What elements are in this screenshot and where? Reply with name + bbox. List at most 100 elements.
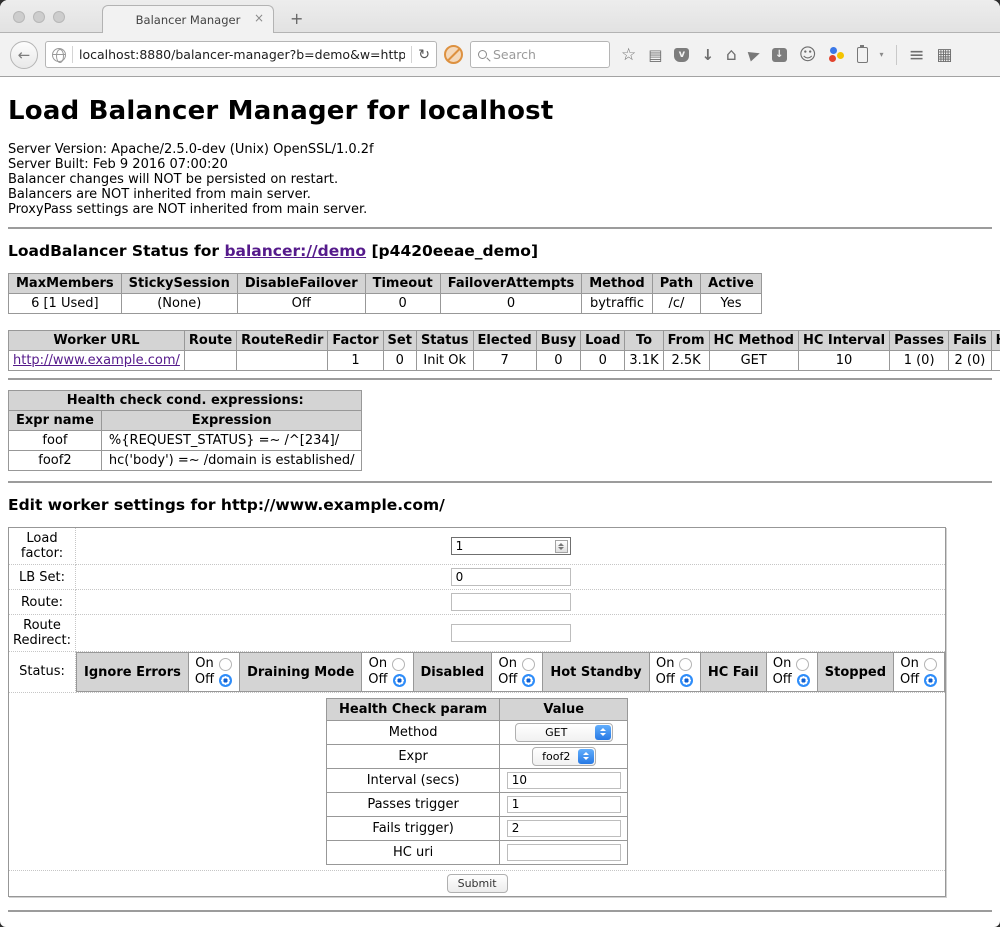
health-param-row: Fails trigger) bbox=[327, 816, 628, 840]
health-param-value-cell bbox=[500, 768, 628, 792]
status-draining-mode-off-radio[interactable] bbox=[393, 674, 406, 687]
fails-input[interactable] bbox=[507, 820, 621, 837]
column-header: Factor bbox=[328, 331, 383, 351]
health-param-row: Passes trigger bbox=[327, 792, 628, 816]
status-hot-standby-on-radio[interactable] bbox=[679, 658, 692, 671]
balancer-demo-link[interactable]: balancer://demo bbox=[224, 242, 366, 260]
column-header: Timeout bbox=[365, 274, 440, 294]
globe-icon bbox=[52, 48, 66, 62]
new-tab-button[interactable]: + bbox=[284, 9, 309, 28]
reading-list-icon[interactable]: ▤ bbox=[648, 47, 662, 63]
load-factor-input[interactable] bbox=[451, 537, 571, 555]
method-select[interactable]: GET bbox=[515, 723, 613, 742]
bookmark-star-icon[interactable]: ☆ bbox=[621, 47, 636, 63]
divider bbox=[896, 45, 897, 65]
battery-extension-icon[interactable] bbox=[857, 47, 868, 63]
status-disabled-off-radio[interactable] bbox=[522, 674, 535, 687]
column-header: RouteRedir bbox=[237, 331, 328, 351]
health-param-label: Fails trigger) bbox=[327, 816, 500, 840]
column-header: Fails bbox=[949, 331, 992, 351]
status-column-header: Draining Mode bbox=[240, 653, 362, 692]
send-icon[interactable] bbox=[748, 48, 762, 61]
url-bar[interactable]: localhost:8880/balancer-manager?b=demo&w… bbox=[45, 41, 437, 68]
column-header: StickySession bbox=[121, 274, 237, 294]
status-draining-mode-on-radio[interactable] bbox=[392, 658, 405, 671]
minimize-window-button[interactable] bbox=[33, 11, 45, 23]
table-cell: GET bbox=[709, 351, 798, 371]
nav-toolbar: ← localhost:8880/balancer-manager?b=demo… bbox=[0, 33, 1000, 77]
chat-smiley-icon[interactable]: ☺ bbox=[799, 47, 817, 63]
panel-icon[interactable]: ↓ bbox=[772, 48, 787, 62]
grid-panel-icon[interactable]: ▦ bbox=[936, 47, 952, 63]
table-cell bbox=[991, 351, 1000, 371]
column-header: Elected bbox=[473, 331, 536, 351]
status-disabled-on-radio[interactable] bbox=[522, 658, 535, 671]
status-hot-standby-off-radio[interactable] bbox=[680, 674, 693, 687]
reload-icon[interactable]: ↻ bbox=[418, 47, 430, 63]
column-header: HC uri bbox=[991, 331, 1000, 351]
radio-label: On bbox=[369, 656, 387, 672]
pocket-icon[interactable]: v bbox=[674, 48, 689, 62]
submit-button[interactable]: Submit bbox=[447, 874, 508, 893]
chevron-down-icon[interactable]: ▾ bbox=[880, 50, 884, 59]
table-cell: Init Ok bbox=[416, 351, 473, 371]
column-header: Active bbox=[701, 274, 762, 294]
server-version: Server Version: Apache/2.5.0-dev (Unix) … bbox=[8, 142, 992, 157]
column-header: Busy bbox=[536, 331, 580, 351]
interval-input[interactable] bbox=[507, 772, 621, 789]
home-icon[interactable]: ⌂ bbox=[726, 47, 737, 63]
tab-close-icon[interactable]: × bbox=[254, 12, 264, 24]
health-param-value-cell bbox=[500, 792, 628, 816]
table-cell: Yes bbox=[701, 294, 762, 314]
downloads-icon[interactable]: ↓ bbox=[701, 47, 714, 63]
route-input[interactable] bbox=[451, 593, 571, 611]
status-ignore-errors-on-radio[interactable] bbox=[219, 658, 232, 671]
radio-label: On bbox=[656, 656, 674, 672]
status-column-header: Disabled bbox=[413, 653, 492, 692]
tab-balancer-manager[interactable]: Balancer Manager × bbox=[102, 5, 274, 33]
table-cell: Off bbox=[237, 294, 365, 314]
inherit-note: Balancers are NOT inherited from main se… bbox=[8, 187, 992, 202]
status-column-header: Hot Standby bbox=[543, 653, 649, 692]
route-redirect-input[interactable] bbox=[451, 624, 571, 642]
worker-url-link[interactable]: http://www.example.com/ bbox=[13, 353, 180, 368]
colors-extension-icon[interactable] bbox=[829, 47, 845, 63]
status-hc-fail-on-radio[interactable] bbox=[796, 658, 809, 671]
health-param-label: Method bbox=[327, 720, 500, 744]
back-button[interactable]: ← bbox=[10, 41, 38, 69]
url-text[interactable]: localhost:8880/balancer-manager?b=demo&w… bbox=[79, 47, 405, 62]
column-header: Worker URL bbox=[9, 331, 185, 351]
search-icon bbox=[478, 50, 487, 59]
radio-label: On bbox=[195, 656, 213, 672]
toolbar-icons: ☆ ▤ v ↓ ⌂ ↓ ☺ ▾ ≡ ▦ bbox=[621, 45, 953, 65]
search-placeholder: Search bbox=[493, 47, 536, 62]
status-ignore-errors-off-radio[interactable] bbox=[219, 674, 232, 687]
loadbalancer-status-heading: LoadBalancer Status for balancer://demo … bbox=[8, 242, 992, 260]
content-blocked-icon[interactable] bbox=[444, 45, 463, 64]
status-stopped-on-radio[interactable] bbox=[924, 658, 937, 671]
column-header: FailoverAttempts bbox=[440, 274, 582, 294]
table-cell: 7 bbox=[473, 351, 536, 371]
table-row: foof2hc('body') =~ /domain is establishe… bbox=[9, 451, 362, 471]
column-header: Method bbox=[582, 274, 652, 294]
close-window-button[interactable] bbox=[13, 11, 25, 23]
health-param-row: Interval (secs) bbox=[327, 768, 628, 792]
number-spinner-icon[interactable] bbox=[555, 540, 568, 553]
radio-label: Off bbox=[656, 672, 675, 688]
passes-input[interactable] bbox=[507, 796, 621, 813]
expr-select[interactable]: foof2 bbox=[532, 747, 596, 766]
table-cell bbox=[237, 351, 328, 371]
hc_uri-input[interactable] bbox=[507, 844, 621, 861]
zoom-window-button[interactable] bbox=[53, 11, 65, 23]
menu-icon[interactable]: ≡ bbox=[909, 47, 925, 63]
table-cell: 3.1K bbox=[625, 351, 663, 371]
table-row: 6 [1 Used](None)Off00bytraffic/c/Yes bbox=[9, 294, 762, 314]
divider bbox=[8, 481, 992, 483]
radio-label: Off bbox=[773, 672, 792, 688]
route-row: Route: bbox=[9, 590, 946, 615]
status-hc-fail-off-radio[interactable] bbox=[797, 674, 810, 687]
search-bar[interactable]: Search bbox=[470, 41, 610, 68]
lb-set-input[interactable] bbox=[451, 568, 571, 586]
status-stopped-off-radio[interactable] bbox=[924, 674, 937, 687]
column-header: From bbox=[663, 331, 709, 351]
